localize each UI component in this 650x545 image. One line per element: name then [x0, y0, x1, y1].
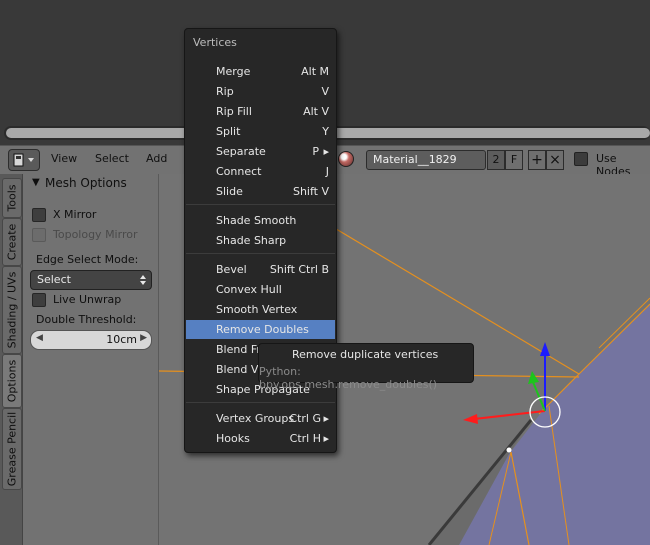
double-threshold-value: 10cm	[106, 333, 137, 346]
menu-item-slide[interactable]: Slide Shift V	[186, 182, 335, 201]
menu-separator	[186, 204, 335, 205]
menu-item-convex-hull[interactable]: Convex Hull	[186, 280, 335, 299]
tab-grease-pencil[interactable]: Grease Pencil	[2, 408, 22, 490]
tool-tabs: Tools Create Shading / UVs Options Greas…	[0, 174, 23, 545]
menu-item-separate-shortcut: P	[312, 145, 319, 158]
menu-item-split[interactable]: Split Y	[186, 122, 335, 141]
edge-select-label: Edge Select Mode:	[36, 253, 139, 266]
tab-options[interactable]: Options	[2, 354, 22, 408]
tab-create-label: Create	[5, 223, 19, 261]
fake-user-button[interactable]: F	[505, 150, 523, 170]
increment-arrow-icon[interactable]: ▶	[140, 333, 147, 343]
menu-item-shade-sharp[interactable]: Shade Sharp	[186, 231, 335, 250]
edge-select-value: Select	[37, 273, 71, 286]
menu-item-slide-label: Slide	[216, 185, 243, 198]
edge-select-dropdown[interactable]: Select	[30, 270, 152, 290]
material-name-field[interactable]: Material__1829	[366, 150, 486, 170]
menu-item-smooth-vertex-label: Smooth Vertex	[216, 303, 298, 316]
x-mirror-checkbox[interactable]	[32, 208, 46, 222]
decrement-arrow-icon[interactable]: ◀	[36, 333, 43, 343]
mesh-face	[459, 304, 650, 545]
material-name: Material__1829	[373, 153, 457, 166]
x-axis-handle	[473, 410, 546, 420]
double-threshold-field[interactable]: ◀ 10cm ▶	[30, 330, 152, 350]
new-material-button[interactable]: +	[528, 150, 546, 170]
menu-item-connect[interactable]: Connect J	[186, 162, 335, 181]
view-menu[interactable]: View	[51, 152, 77, 165]
use-nodes-checkbox[interactable]	[574, 152, 588, 166]
tab-options-label: Options	[5, 359, 19, 403]
menu-item-rip[interactable]: Rip V	[186, 82, 335, 101]
x-mirror-label[interactable]: X Mirror	[53, 208, 96, 221]
menu-item-split-label: Split	[216, 125, 241, 138]
double-threshold-label: Double Threshold:	[36, 313, 137, 326]
tab-grease-pencil-label: Grease Pencil	[5, 411, 19, 487]
material-preview-icon[interactable]	[338, 151, 354, 167]
menu-item-merge-label: Merge	[216, 65, 251, 78]
menu-item-rip-label: Rip	[216, 85, 234, 98]
menu-item-split-shortcut: Y	[322, 125, 329, 138]
topology-mirror-checkbox[interactable]	[32, 228, 46, 242]
selected-vertex	[506, 447, 512, 453]
menu-item-vertex-groups-shortcut: Ctrl G	[289, 412, 321, 425]
collapse-arrow-icon[interactable]: ▼	[32, 177, 40, 188]
menu-item-connect-shortcut: J	[325, 165, 329, 178]
menu-item-vertex-groups[interactable]: Vertex Groups Ctrl G ▸	[186, 409, 335, 428]
menu-item-merge-shortcut: Alt M	[301, 65, 329, 78]
submenu-arrow-icon: ▸	[323, 412, 329, 425]
tab-tools-label: Tools	[5, 184, 19, 212]
menu-separator	[186, 402, 335, 403]
submenu-arrow-icon: ▸	[323, 432, 329, 445]
editor-type-icon	[13, 153, 34, 167]
menu-item-connect-label: Connect	[216, 165, 262, 178]
tooltip-python: Python: bpy.ops.mesh.remove_doubles()	[259, 365, 438, 391]
tab-tools[interactable]: Tools	[2, 178, 22, 218]
select-menu[interactable]: Select	[95, 152, 129, 165]
tab-create[interactable]: Create	[2, 218, 22, 266]
menu-item-convex-hull-label: Convex Hull	[216, 283, 282, 296]
menu-item-slide-shortcut: Shift V	[292, 185, 329, 198]
menu-separator	[186, 253, 335, 254]
menu-item-shade-smooth[interactable]: Shade Smooth	[186, 211, 335, 230]
menu-item-hooks-shortcut: Ctrl H	[289, 432, 321, 445]
menu-item-smooth-vertex[interactable]: Smooth Vertex	[186, 300, 335, 319]
menu-item-rip-fill-shortcut: Alt V	[303, 105, 329, 118]
menu-item-hooks[interactable]: Hooks Ctrl H ▸	[186, 429, 335, 448]
live-unwrap-label[interactable]: Live Unwrap	[53, 293, 121, 306]
menu-title: Vertices	[193, 36, 237, 49]
add-menu[interactable]: Add	[146, 152, 167, 165]
tab-shading-uvs[interactable]: Shading / UVs	[2, 266, 22, 354]
dropdown-arrows-icon	[140, 275, 146, 285]
tab-shading-uvs-label: Shading / UVs	[5, 271, 19, 349]
menu-item-rip-fill-label: Rip Fill	[216, 105, 252, 118]
tooltip: Remove duplicate vertices Python: bpy.op…	[258, 343, 474, 391]
menu-item-bevel[interactable]: Bevel Shift Ctrl B	[186, 260, 335, 279]
menu-item-bevel-label: Bevel	[216, 263, 247, 276]
menu-item-shade-sharp-label: Shade Sharp	[216, 234, 287, 247]
menu-item-rip-fill[interactable]: Rip Fill Alt V	[186, 102, 335, 121]
tooltip-description: Remove duplicate vertices	[292, 348, 439, 361]
menu-item-vertex-groups-label: Vertex Groups	[216, 412, 295, 425]
menu-item-bevel-shortcut: Shift Ctrl B	[269, 263, 329, 276]
unlink-material-button[interactable]: ×	[546, 150, 564, 170]
submenu-arrow-icon: ▸	[323, 145, 329, 158]
topology-mirror-label: Topology Mirror	[53, 228, 138, 241]
menu-item-remove-doubles[interactable]: Remove Doubles	[186, 320, 335, 339]
menu-item-separate-label: Separate	[216, 145, 266, 158]
panel-title[interactable]: Mesh Options	[45, 176, 127, 190]
live-unwrap-checkbox[interactable]	[32, 293, 46, 307]
menu-item-separate[interactable]: Separate P ▸	[186, 142, 335, 161]
editor-type-button[interactable]	[8, 149, 40, 171]
menu-item-remove-doubles-label: Remove Doubles	[216, 323, 309, 336]
menu-item-shade-smooth-label: Shade Smooth	[216, 214, 297, 227]
menu-item-rip-shortcut: V	[321, 85, 329, 98]
menu-item-merge[interactable]: Merge Alt M	[186, 62, 335, 81]
material-users-count[interactable]: 2	[487, 150, 505, 170]
menu-item-hooks-label: Hooks	[216, 432, 250, 445]
